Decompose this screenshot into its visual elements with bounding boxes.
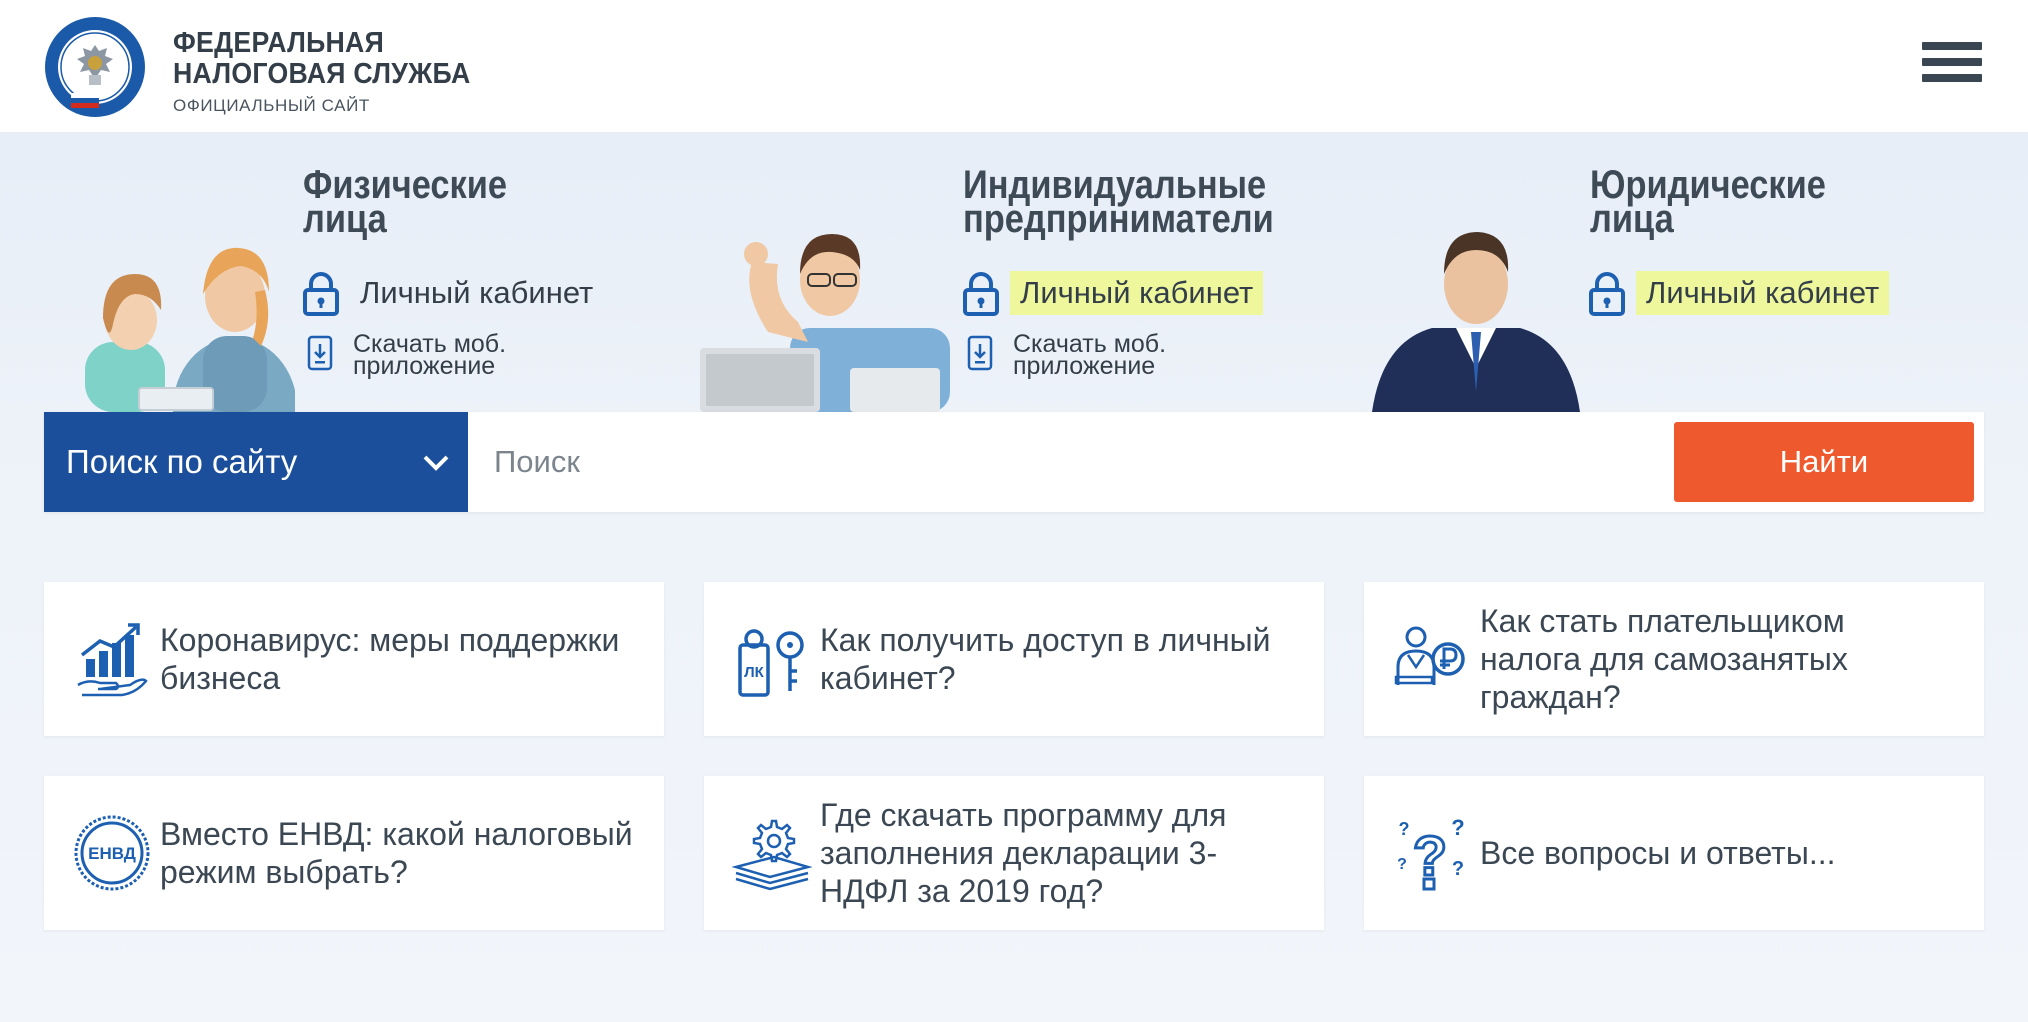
info-card-self-employed[interactable]: Как стать плательщиком налога для самоза…: [1364, 582, 1984, 736]
svg-text:?: ?: [1397, 856, 1407, 873]
category-entrepreneurs: Индивидуальные предприниматели: [963, 165, 1324, 239]
fns-emblem-logo[interactable]: [43, 15, 147, 119]
info-card-coronavirus[interactable]: Коронавирус: меры поддержки бизнеса: [44, 582, 664, 736]
lock-icon: [1589, 272, 1625, 316]
card-text: Вместо ЕНВД: какой налоговый режим выбра…: [160, 816, 633, 890]
chevron-down-icon: [423, 455, 449, 471]
personal-cabinet-link-legal[interactable]: Личный кабинет: [1588, 270, 1890, 316]
search-scope-label: Поиск по сайту: [66, 443, 298, 480]
svg-text:?: ?: [1451, 815, 1464, 840]
mobile-download-icon: [307, 335, 333, 371]
card-text: Как стать плательщиком налога для самоза…: [1480, 603, 1848, 715]
businessman-illustration: [1372, 232, 1580, 412]
card-text: Где скачать программу для заполнения дек…: [820, 797, 1227, 909]
search-input[interactable]: [468, 412, 1708, 512]
svg-text:ЛК: ЛК: [744, 664, 765, 681]
questions-icon: ? ? ? ? ?: [1397, 815, 1465, 891]
site-search-bar: Поиск по сайту Найти: [44, 412, 1984, 512]
card-text: Все вопросы и ответы...: [1480, 835, 1836, 871]
category-individuals: Физические лица: [303, 165, 540, 239]
info-card-3ndfl-program[interactable]: Где скачать программу для заполнения дек…: [704, 776, 1324, 930]
search-scope-dropdown[interactable]: Поиск по сайту: [44, 412, 468, 512]
self-employed-icon: [1394, 626, 1465, 685]
card-text: Коронавирус: меры поддержки бизнеса: [160, 622, 620, 696]
lock-icon: [303, 272, 339, 316]
site-header: ФЕДЕРАЛЬНАЯ НАЛОГОВАЯ СЛУЖБА ОФИЦИАЛЬНЫЙ…: [0, 0, 2028, 132]
lk-key-icon: ЛК: [738, 629, 804, 697]
envd-seal-icon: ЕНВД: [74, 815, 150, 891]
info-card-envd[interactable]: ЕНВД Вместо ЕНВД: какой налоговый режим …: [44, 776, 664, 930]
mother-daughter-illustration: [85, 247, 295, 412]
personal-cabinet-label: Личный кабинет: [360, 275, 594, 310]
category-legal-entities: Юридические лица: [1590, 165, 1864, 239]
hamburger-menu-icon[interactable]: [1922, 42, 1982, 90]
gear-documents-icon: [732, 819, 812, 891]
card-text: Как получить доступ в личный кабинет?: [820, 622, 1271, 696]
entrepreneur-illustration: [700, 234, 950, 412]
category-title-line2[interactable]: лица: [303, 199, 507, 239]
download-text-line2: приложение: [353, 352, 496, 380]
brand-title-line2: НАЛОГОВАЯ СЛУЖБА: [173, 58, 471, 90]
category-title-line2[interactable]: лица: [1590, 199, 1826, 239]
svg-text:?: ?: [1399, 819, 1410, 839]
search-submit-button[interactable]: Найти: [1674, 422, 1974, 502]
download-text-line2: приложение: [1013, 352, 1156, 380]
info-card-cabinet-access[interactable]: ЛК Как получить доступ в личный кабинет?: [704, 582, 1324, 736]
svg-text:?: ?: [1452, 858, 1464, 880]
download-app-link-entrepreneurs[interactable]: Скачать моб. приложение: [967, 332, 1166, 380]
category-title-line2[interactable]: предприниматели: [963, 199, 1274, 239]
personal-cabinet-label: Личный кабинет: [1636, 271, 1890, 315]
svg-text:ЕНВД: ЕНВД: [88, 844, 136, 863]
personal-cabinet-link-entrepreneurs[interactable]: Личный кабинет: [962, 270, 1264, 316]
mobile-download-icon: [967, 335, 993, 371]
info-card-all-questions[interactable]: ? ? ? ? ? Все вопросы и ответы...: [1364, 776, 1984, 930]
download-app-link-individuals[interactable]: Скачать моб. приложение: [307, 332, 506, 380]
personal-cabinet-link-individuals[interactable]: Личный кабинет: [302, 270, 603, 316]
personal-cabinet-label: Личный кабинет: [1010, 271, 1264, 315]
brand-title-line1: ФЕДЕРАЛЬНАЯ: [173, 27, 385, 59]
lock-icon: [963, 272, 999, 316]
growth-chart-icon: [77, 623, 148, 697]
brand-subtitle: ОФИЦИАЛЬНЫЙ САЙТ: [173, 96, 370, 115]
brand-block[interactable]: ФЕДЕРАЛЬНАЯ НАЛОГОВАЯ СЛУЖБА ОФИЦИАЛЬНЫЙ…: [173, 28, 496, 116]
